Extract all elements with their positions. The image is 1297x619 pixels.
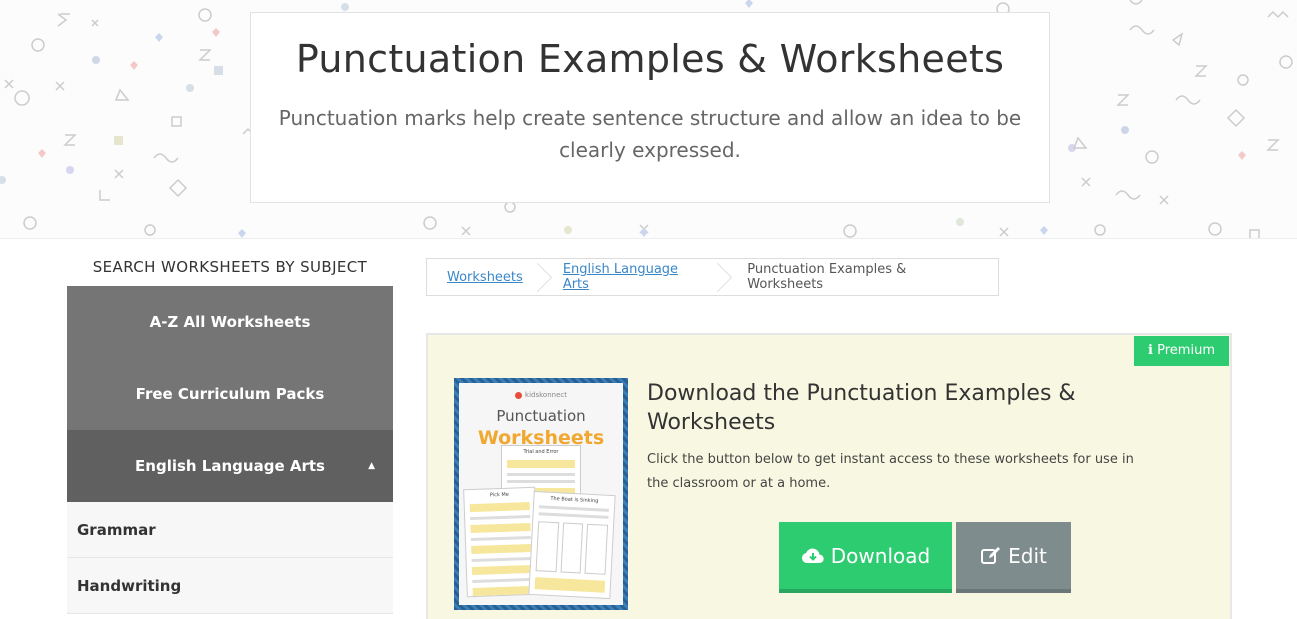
page-description: Punctuation marks help create sentence s… — [278, 106, 1022, 162]
worksheet-preview-sheet: Pick Me — [463, 486, 539, 598]
thumbnail-page: kidskonnect Punctuation Worksheets Trial… — [459, 383, 623, 605]
breadcrumb-link-worksheets[interactable]: Worksheets — [447, 270, 523, 285]
premium-badge[interactable]: i Premium — [1134, 336, 1229, 366]
sidebar-heading: SEARCH WORKSHEETS BY SUBJECT — [92, 258, 368, 276]
subject-sidebar: SEARCH WORKSHEETS BY SUBJECT A-Z All Wor… — [67, 250, 393, 614]
caret-up-icon: ▲ — [368, 461, 375, 471]
edit-icon — [981, 546, 1001, 564]
page-title: Punctuation Examples & Worksheets — [295, 37, 1005, 81]
sidebar-button-label: A-Z All Worksheets — [149, 313, 311, 331]
sidebar-item-handwriting[interactable]: Handwriting — [67, 558, 393, 614]
sheet-title: Trial and Error — [523, 449, 559, 455]
premium-download-box: i Premium kidskonnect Punctuation Worksh… — [426, 333, 1232, 619]
hero-banner: Punctuation Examples & Worksheets Punctu… — [0, 0, 1297, 239]
sidebar-button-az-all-worksheets[interactable]: A-Z All Worksheets — [67, 286, 393, 358]
download-title: Download the Punctuation Examples & Work… — [647, 381, 1076, 435]
breadcrumb: Worksheets English Language Arts Punctua… — [426, 258, 999, 296]
apple-icon — [515, 391, 523, 399]
edit-button[interactable]: Edit — [956, 522, 1071, 593]
worksheet-thumbnail: kidskonnect Punctuation Worksheets Trial… — [454, 378, 628, 610]
sheet-title: Pick Me — [489, 491, 509, 499]
brand-logo: kidskonnect — [459, 383, 623, 399]
sidebar-item-grammar[interactable]: Grammar — [67, 502, 393, 558]
sidebar-button-label: English Language Arts — [135, 457, 325, 475]
sidebar-button-english-language-arts[interactable]: English Language Arts ▲ — [67, 430, 393, 502]
breadcrumb-link-english-language-arts[interactable]: English Language Arts — [563, 262, 703, 292]
brand-name: kidskonnect — [525, 391, 567, 399]
edit-button-label: Edit — [1008, 543, 1047, 568]
breadcrumb-item: English Language Arts — [543, 259, 723, 295]
cloud-download-icon — [801, 548, 824, 563]
thumbnail-title-line1: Punctuation — [496, 407, 586, 425]
sidebar-item-label: Handwriting — [77, 577, 182, 595]
sheet-title: The Boat is Sinking — [550, 495, 599, 505]
premium-badge-label: Premium — [1157, 343, 1215, 358]
hero-card: Punctuation Examples & Worksheets Punctu… — [250, 12, 1050, 203]
breadcrumb-item: Worksheets — [427, 259, 543, 295]
worksheet-preview-sheet: The Boat is Sinking — [528, 490, 616, 600]
sidebar-item-label: Grammar — [77, 521, 156, 539]
sidebar-button-label: Free Curriculum Packs — [135, 385, 325, 403]
info-icon: i — [1148, 343, 1153, 358]
download-description: Click the button below to get instant ac… — [647, 452, 1134, 491]
download-button[interactable]: Download — [779, 522, 952, 593]
sidebar-button-free-curriculum-packs[interactable]: Free Curriculum Packs — [67, 358, 393, 430]
download-button-label: Download — [830, 543, 931, 568]
breadcrumb-current: Punctuation Examples & Worksheets — [747, 262, 907, 292]
